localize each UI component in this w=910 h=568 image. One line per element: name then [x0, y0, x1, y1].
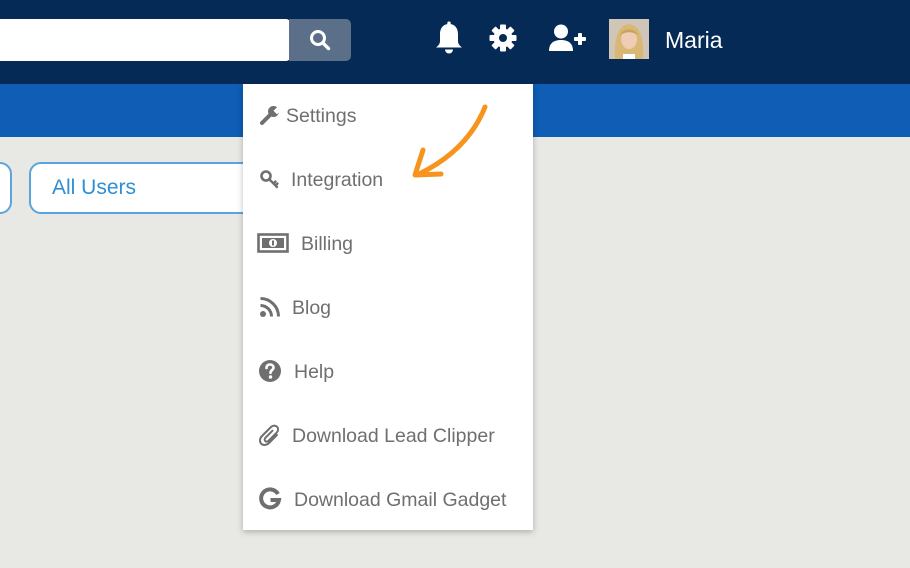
rss-icon [257, 294, 283, 320]
all-users-filter[interactable]: All Users [29, 162, 269, 214]
filter-pill[interactable] [0, 162, 12, 214]
avatar[interactable] [609, 19, 649, 59]
menu-item-billing[interactable]: Billing [243, 212, 533, 276]
add-user-button[interactable] [546, 18, 588, 58]
settings-button[interactable] [487, 18, 519, 58]
notifications-button[interactable] [432, 18, 466, 58]
annotation-arrow-icon [412, 104, 488, 178]
wrench-icon [257, 102, 283, 128]
menu-item-label: Blog [292, 297, 332, 319]
top-navbar: Maria [0, 0, 910, 84]
menu-item-label: Download Lead Clipper [292, 425, 495, 447]
menu-item-download-gmail-gadget[interactable]: Download Gmail Gadget [243, 468, 533, 532]
google-icon [257, 486, 283, 512]
add-user-icon [549, 24, 586, 51]
menu-item-blog[interactable]: Blog [243, 276, 533, 340]
menu-item-label: Settings [286, 105, 357, 127]
money-icon [257, 230, 289, 256]
search-input[interactable] [0, 19, 290, 61]
paperclip-icon [257, 422, 283, 448]
search-icon [310, 30, 331, 51]
gear-icon [489, 24, 517, 52]
menu-item-label: Help [294, 361, 335, 383]
user-name[interactable]: Maria [665, 26, 723, 54]
key-icon [257, 166, 283, 192]
question-circle-icon [257, 358, 283, 384]
menu-item-label: Billing [301, 233, 354, 255]
search-button[interactable] [289, 19, 351, 61]
bell-icon [436, 21, 462, 54]
menu-item-label: Integration [291, 169, 384, 191]
menu-item-help[interactable]: Help [243, 340, 533, 404]
menu-item-label: Download Gmail Gadget [294, 489, 507, 511]
menu-item-download-lead-clipper[interactable]: Download Lead Clipper [243, 404, 533, 468]
